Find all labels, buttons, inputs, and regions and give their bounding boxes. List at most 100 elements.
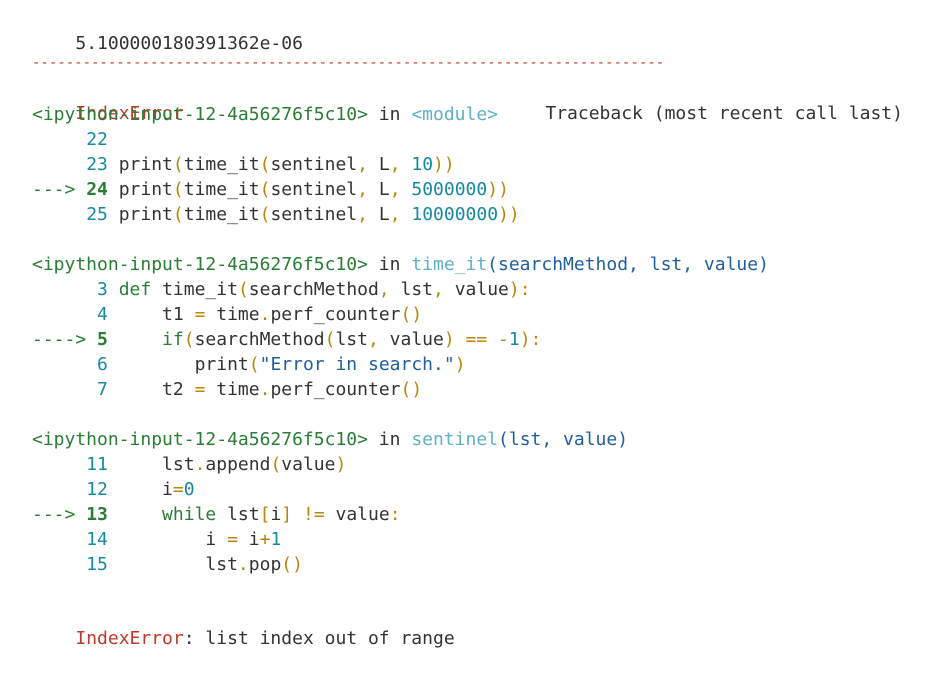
code-token: searchMethod (194, 329, 325, 350)
traceback-title: Traceback (most recent call last) (545, 103, 903, 124)
code-token: ( (324, 329, 336, 350)
traceback-separator: ----------------------------------------… (32, 56, 932, 70)
frame-function-name: time_it (411, 254, 488, 275)
code-token: print (107, 204, 173, 225)
code-token: 1 (508, 329, 520, 350)
code-token: ( (259, 204, 271, 225)
code-token: i (107, 479, 173, 500)
traceback-current-line: ---> 13 while lst[i] != value: (32, 503, 401, 527)
code-token: sentinel (270, 179, 358, 200)
code-token: , (357, 204, 368, 225)
code-token: lst (216, 504, 260, 525)
notebook-output-area: 5.100000180391362e-06 ------------------… (0, 0, 939, 659)
traceback-header: IndexError (32, 78, 183, 124)
separator-text: ----------------------------------------… (32, 56, 665, 70)
code-token: time (205, 379, 260, 400)
code-token: searchMethod (248, 279, 379, 300)
code-token: = (194, 304, 206, 325)
code-token: L (368, 204, 390, 225)
line-number: 13 (86, 504, 108, 525)
final-error-line: IndexError: list index out of range (32, 603, 454, 649)
line-number: 4 (97, 304, 108, 325)
code-token: ( (183, 329, 195, 350)
code-token: . (237, 554, 249, 575)
code-token: , (378, 279, 390, 300)
code-token: ] (281, 504, 293, 525)
code-token: value (443, 279, 509, 300)
traceback-source-line: 12 i=0 (32, 478, 194, 502)
code-token: 5000000 (400, 179, 488, 200)
line-number: 7 (97, 379, 108, 400)
final-error-type: IndexError (75, 628, 184, 649)
code-token: )) (487, 179, 509, 200)
traceback-source-line: 25 print(time_it(sentinel, L, 10000000)) (32, 203, 520, 227)
code-token: ( (237, 279, 249, 300)
code-token: lst (335, 329, 368, 350)
frame-in-keyword: in (367, 254, 412, 275)
code-token: , (433, 279, 444, 300)
line-number: 25 (86, 204, 108, 225)
frame-cell-name: <ipython-input-12-4a56276f5c10> (32, 104, 368, 125)
code-token: = (172, 479, 184, 500)
code-token: . (259, 304, 271, 325)
code-token: [ (259, 504, 271, 525)
traceback-source-line: 3 def time_it(searchMethod, lst, value): (32, 278, 531, 302)
code-token: , (389, 154, 401, 175)
code-token: ): (508, 279, 531, 300)
frame-cell-name: <ipython-input-12-4a56276f5c10> (32, 254, 368, 275)
code-token: sentinel (270, 154, 358, 175)
code-token: == (454, 329, 488, 350)
current-line-arrow: ---> (32, 504, 87, 525)
code-token: time_it (151, 279, 238, 300)
code-token: != (292, 504, 325, 525)
code-token: , (389, 204, 401, 225)
code-token: i (270, 504, 282, 525)
code-token: . (194, 454, 206, 475)
current-line-arrow: ---> (32, 179, 87, 200)
line-number: 23 (86, 154, 108, 175)
code-token: i (107, 529, 228, 550)
code-token: ( (172, 179, 184, 200)
code-token: ) (443, 329, 455, 350)
traceback-current-line: ---> 24 print(time_it(sentinel, L, 50000… (32, 178, 509, 202)
code-token: while (107, 504, 217, 525)
frame-location-line: <ipython-input-12-4a56276f5c10> in time_… (32, 253, 769, 277)
code-token: lst (389, 279, 434, 300)
line-number: 6 (97, 354, 108, 375)
frame-in-keyword: in (367, 429, 412, 450)
traceback-current-line: ----> 5 if(searchMethod(lst, value) == -… (32, 328, 541, 352)
code-token: value (378, 329, 444, 350)
final-error-message: : list index out of range (183, 628, 455, 649)
line-number: 14 (86, 529, 108, 550)
output-value: 5.100000180391362e-06 (75, 33, 303, 54)
code-token: if (107, 329, 184, 350)
code-token: lst (107, 554, 238, 575)
code-token: , (367, 329, 379, 350)
traceback-source-line: 22 (32, 128, 108, 152)
code-token: perf_counter (270, 379, 401, 400)
code-token: 10000000 (400, 204, 499, 225)
traceback-source-line: 6 print("Error in search.") (32, 353, 466, 377)
code-token: time_it (183, 179, 260, 200)
code-token: ( (259, 179, 271, 200)
frame-function-signature: (lst, value) (498, 429, 629, 450)
code-token: () (400, 379, 423, 400)
code-token: ( (172, 204, 184, 225)
code-token: )) (498, 204, 520, 225)
traceback-source-line: 23 print(time_it(sentinel, L, 10)) (32, 153, 455, 177)
code-token: print (107, 354, 249, 375)
code-token: 1 (270, 529, 282, 550)
code-token: () (281, 554, 303, 575)
code-token: , (357, 179, 368, 200)
traceback-source-line: 14 i = i+1 (32, 528, 281, 552)
code-token: ( (248, 354, 260, 375)
code-token: = (194, 379, 206, 400)
frame-location-line: <ipython-input-12-4a56276f5c10> in senti… (32, 428, 628, 452)
frame-function-name: sentinel (411, 429, 499, 450)
